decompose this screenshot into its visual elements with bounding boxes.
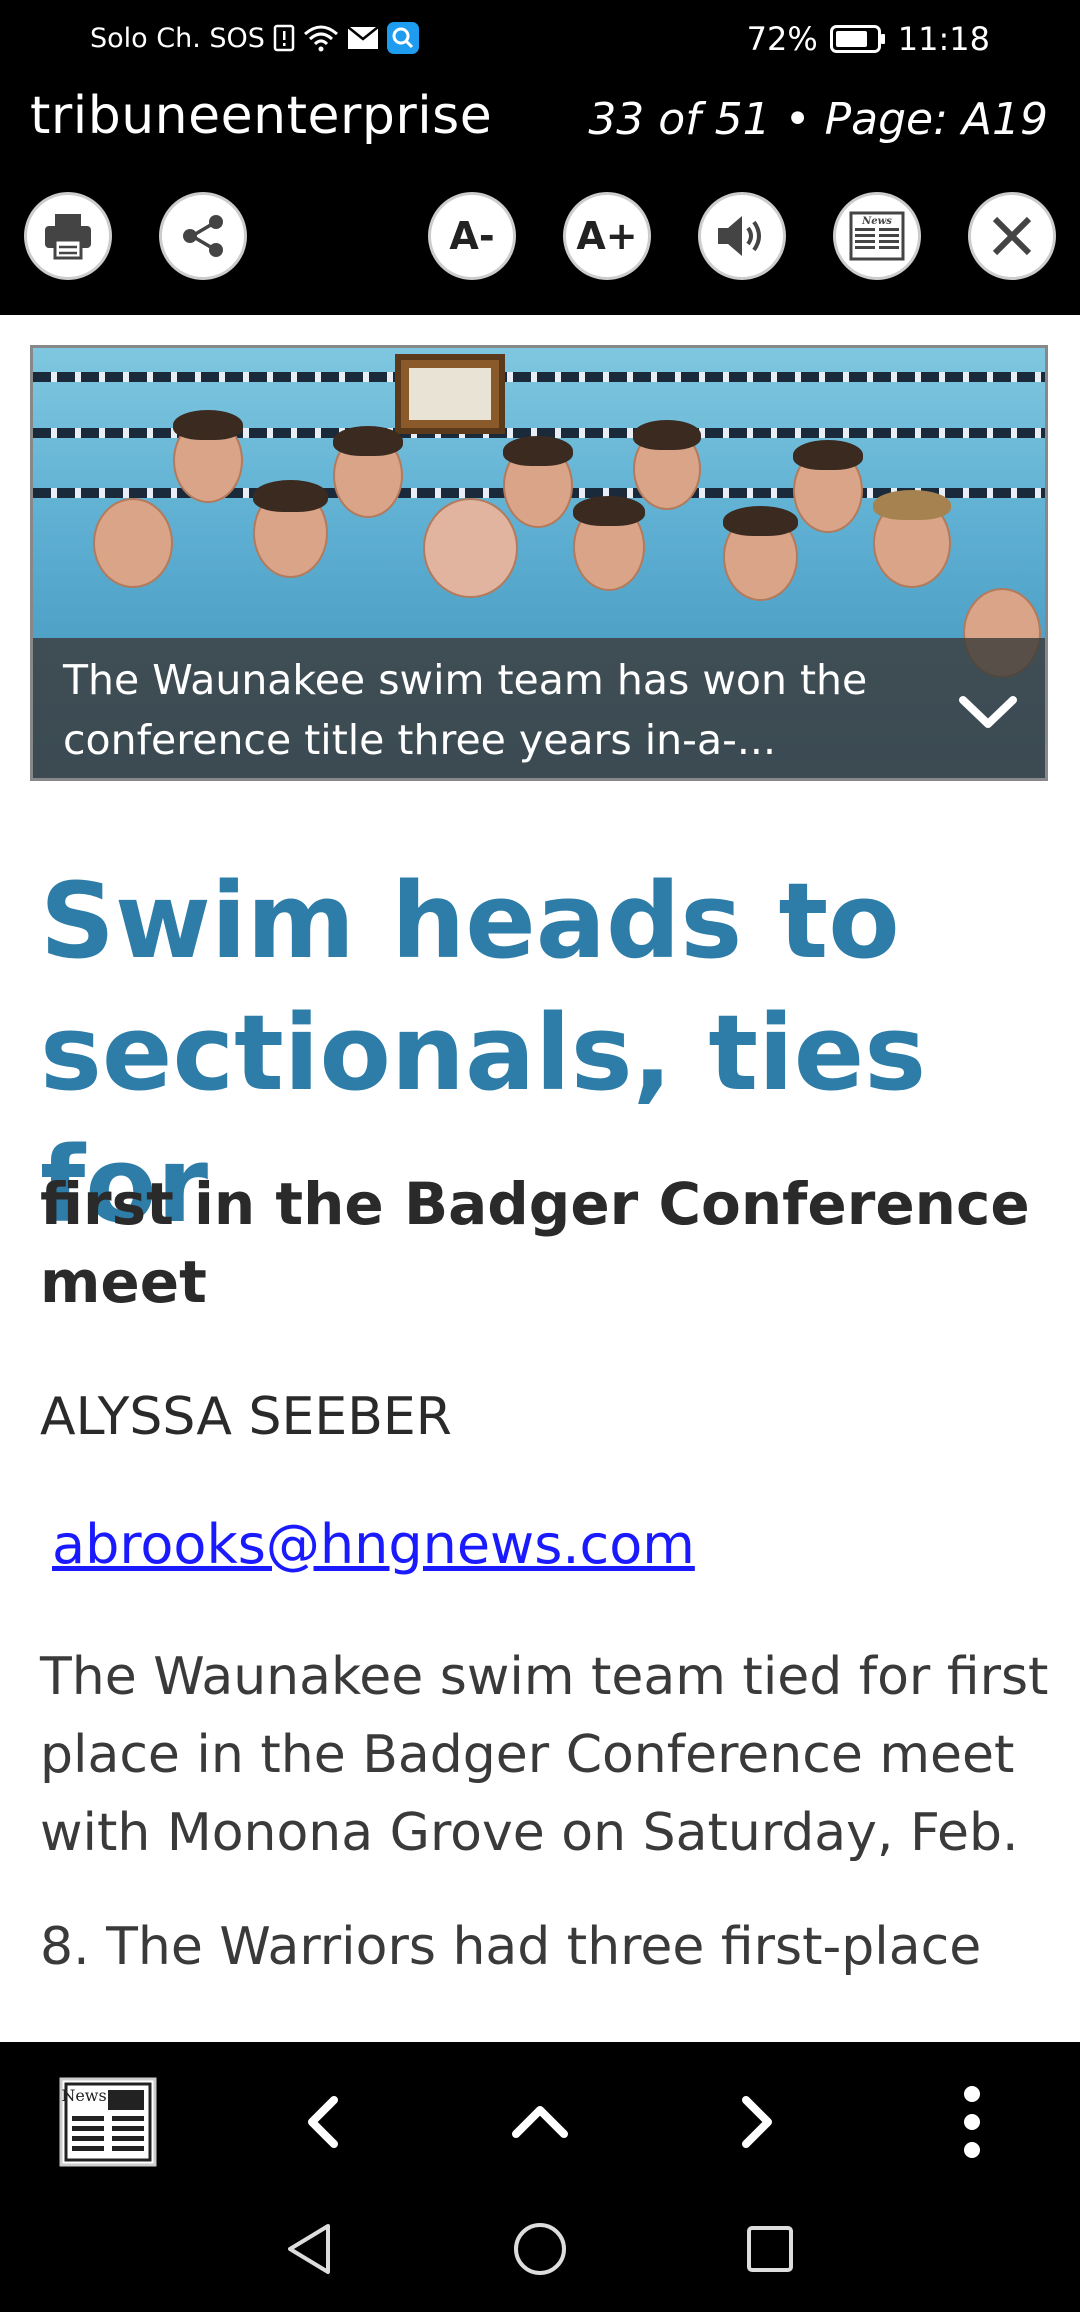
home-circle-icon xyxy=(514,2223,566,2275)
share-icon xyxy=(183,215,223,257)
article-content[interactable]: The Waunakee swim team has won the confe… xyxy=(0,315,1080,2042)
more-vertical-icon xyxy=(964,2086,980,2158)
battery-icon xyxy=(829,25,886,53)
font-decrease-label: A- xyxy=(449,214,495,258)
article-photo[interactable]: The Waunakee swim team has won the confe… xyxy=(30,345,1048,781)
battery-percent: 72% xyxy=(746,20,818,58)
speaker-icon xyxy=(718,216,761,256)
app-header: tribuneenterprise 33 of 51 • Page: A19 A… xyxy=(0,80,1080,315)
news-icon: News xyxy=(59,2077,157,2167)
scroll-top-button[interactable] xyxy=(490,2072,590,2172)
font-increase-label: A+ xyxy=(576,214,638,258)
mail-icon xyxy=(347,26,379,50)
audio-button[interactable] xyxy=(698,192,786,280)
chevron-left-icon xyxy=(308,2096,338,2148)
news-button[interactable]: News xyxy=(833,192,921,280)
toolbar: A- A+ News xyxy=(0,188,1080,284)
system-back-button[interactable] xyxy=(274,2214,344,2284)
coach xyxy=(423,498,518,598)
chevron-down-icon[interactable] xyxy=(953,682,1023,742)
print-button[interactable] xyxy=(24,192,112,280)
recents-square-icon xyxy=(747,2226,793,2272)
carrier-text: Solo Ch. SOS xyxy=(90,22,265,54)
swimmer xyxy=(93,498,173,588)
system-home-button[interactable] xyxy=(505,2214,575,2284)
clock: 11:18 xyxy=(897,20,990,58)
news-icon: News xyxy=(849,211,905,261)
app-title: tribuneenterprise xyxy=(30,86,493,146)
chevron-right-icon xyxy=(742,2096,772,2148)
page-info: 33 of 51 • Page: A19 xyxy=(588,94,1048,145)
body-paragraph: The Waunakee swim team tied for first pl… xyxy=(40,1647,1049,1863)
wifi-icon xyxy=(303,24,339,52)
author-email-link[interactable]: abrooks@hngnews.com xyxy=(52,1513,695,1576)
trophy-plaque xyxy=(395,354,505,434)
next-page-button[interactable] xyxy=(706,2072,806,2172)
article-body: The Waunakee swim team tied for first pl… xyxy=(40,1638,1050,1986)
more-options-button[interactable] xyxy=(922,2072,1022,2172)
close-button[interactable] xyxy=(968,192,1056,280)
font-decrease-button[interactable]: A- xyxy=(428,192,516,280)
status-left: Solo Ch. SOS xyxy=(90,22,419,54)
lane-rope xyxy=(33,372,1045,382)
author-byline: ALYSSA SEEBER xyxy=(40,1387,452,1447)
previous-page-button[interactable] xyxy=(274,2072,374,2172)
bottom-nav: News xyxy=(0,2042,1080,2192)
article-subheadline: first in the Badger Conference meet xyxy=(40,1170,1030,1316)
system-nav-bar xyxy=(0,2192,1080,2312)
nav-news-button[interactable]: News xyxy=(58,2072,158,2172)
photo-caption[interactable]: The Waunakee swim team has won the confe… xyxy=(33,638,1045,778)
svg-text:News: News xyxy=(61,2086,106,2105)
search-app-icon xyxy=(386,22,419,54)
font-increase-button[interactable]: A+ xyxy=(563,192,651,280)
caption-text: The Waunakee swim team has won the confe… xyxy=(63,656,868,764)
body-paragraph-cutoff: 8. The Warriors had three first-place xyxy=(40,1917,982,1977)
back-triangle-icon xyxy=(288,2224,330,2274)
system-recents-button[interactable] xyxy=(735,2214,805,2284)
print-icon xyxy=(45,214,91,260)
close-icon xyxy=(992,216,1032,256)
sim-alert-icon xyxy=(273,24,295,52)
share-button[interactable] xyxy=(159,192,247,280)
status-right: 72% 11:18 xyxy=(747,20,990,58)
svg-text:News: News xyxy=(861,216,892,227)
chevron-up-icon xyxy=(512,2106,568,2138)
status-bar: Solo Ch. SOS 72% 11:18 xyxy=(0,0,1080,80)
